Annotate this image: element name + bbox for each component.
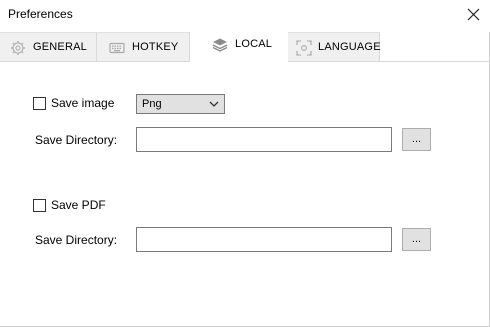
image-directory-input[interactable] <box>136 127 392 152</box>
close-button[interactable] <box>462 4 484 26</box>
pdf-directory-label: Save Directory: <box>35 233 118 247</box>
save-image-label: Save image <box>51 96 115 110</box>
image-format-select[interactable]: Png <box>136 94 225 114</box>
tab-local[interactable]: LOCAL <box>190 32 288 62</box>
save-image-checkbox[interactable] <box>33 97 46 110</box>
pdf-browse-button[interactable]: ... <box>402 228 431 251</box>
save-pdf-checkbox[interactable] <box>33 199 46 212</box>
image-directory-label: Save Directory: <box>35 133 118 147</box>
close-icon <box>467 8 480 21</box>
tab-general-label: GENERAL <box>33 41 87 53</box>
layers-icon <box>212 38 228 52</box>
save-pdf-label: Save PDF <box>51 198 106 212</box>
window-title: Preferences <box>8 7 73 21</box>
tab-hotkey-label: HOTKEY <box>132 41 179 53</box>
title-bar: Preferences <box>0 0 490 32</box>
image-format-value: Png <box>142 98 162 110</box>
tab-language[interactable]: LANGUAGE <box>288 32 381 62</box>
chevron-down-icon <box>209 101 219 107</box>
tab-general[interactable]: GENERAL <box>0 32 97 62</box>
language-icon <box>296 40 312 56</box>
tab-strip: GENERAL HOTKEY LOCAL LANGUAGE <box>0 32 490 62</box>
keyboard-icon <box>109 42 125 54</box>
tab-local-label: LOCAL <box>235 38 273 50</box>
tab-hotkey[interactable]: HOTKEY <box>97 32 190 62</box>
image-browse-button[interactable]: ... <box>402 128 431 151</box>
pdf-directory-input[interactable] <box>136 227 392 252</box>
tab-language-label: LANGUAGE <box>318 41 381 53</box>
preferences-window: Preferences GENERAL HOTKEY LOCAL LANGUAG… <box>0 0 490 327</box>
gear-icon <box>11 41 25 55</box>
